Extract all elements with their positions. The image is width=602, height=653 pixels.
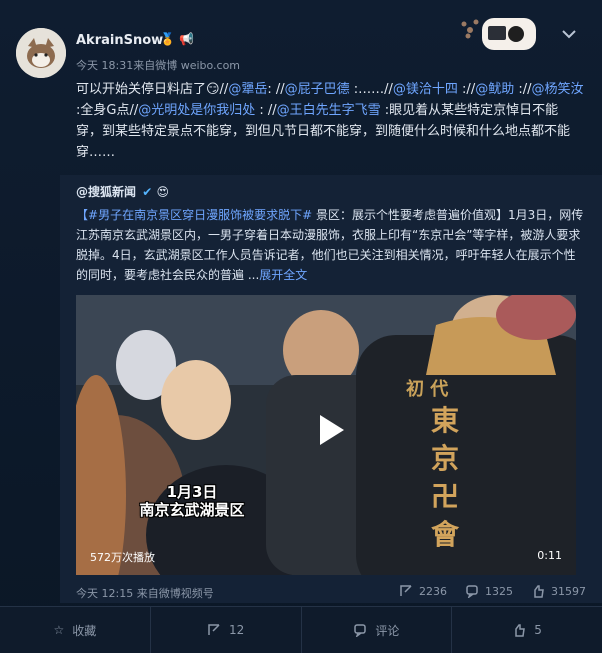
cat-decoration-icon [456, 10, 542, 54]
mention-link[interactable]: @屁子巴德 [285, 82, 350, 97]
comment-button[interactable]: 评论 [302, 607, 453, 653]
share-icon [400, 585, 412, 596]
author-name[interactable]: AkrainSnow [76, 33, 163, 48]
thumb-up-icon [534, 585, 544, 598]
favorite-button[interactable]: ☆ 收藏 [0, 607, 151, 653]
jacket-top-text: 初 代 [406, 379, 449, 400]
post-text-segment: :……// [349, 82, 393, 97]
comment-icon [466, 585, 478, 598]
mention-link[interactable]: @光明处是你我归处 [138, 103, 255, 118]
video-player[interactable]: 初 代 東 京 卍 會 1月3日 南京玄武湖景区 572万次播放 0:11 [76, 295, 576, 575]
video-duration: 0:11 [537, 549, 562, 562]
expand-link[interactable]: 展开全文 [259, 268, 307, 282]
repost-stats: 2236 1325 31597 [399, 584, 586, 598]
comment-count[interactable]: 1325 [465, 584, 513, 598]
crown-icon: 😍 [156, 185, 169, 199]
post-text: 可以开始关停日料店了😏//@犟岳: //@屁子巴德 :……//@镁洽十四 ://… [76, 79, 584, 163]
play-button[interactable] [304, 405, 354, 455]
author-badges: 🏅 📢 [160, 32, 194, 46]
verified-icon: ✔ [142, 185, 153, 199]
mention-link[interactable]: @鱿助 [475, 82, 514, 97]
post-text-segment: :全身G点// [76, 103, 139, 118]
mention-link[interactable]: @犟岳 [228, 82, 267, 97]
post-text-segment: 可以开始关停日料店了😏// [76, 82, 229, 97]
mention-link[interactable]: @王白先生字飞雪 [277, 103, 381, 118]
post-actions: ☆ 收藏 12 评论 5 [0, 606, 602, 653]
thumb-up-icon [515, 624, 526, 637]
megaphone-icon: 📢 [178, 32, 194, 46]
play-count: 572万次播放 [90, 551, 155, 564]
post-text-segment: :// [514, 82, 532, 97]
post-text-segment: : // [255, 103, 277, 118]
repost-card: @搜狐新闻 ✔ 😍 【#男子在南京景区穿日漫服饰被要求脱下# 景区：展示个性要考… [60, 175, 602, 603]
gold-badge-icon: 🏅 [160, 32, 175, 46]
mention-link[interactable]: @杨笑汝 [532, 82, 584, 97]
weibo-post-card: AkrainSnow 🏅 📢 今天 18:31来自微博 weibo.com 可以… [0, 0, 602, 653]
post-meta: 今天 18:31来自微博 weibo.com [76, 59, 241, 72]
video-caption: 1月3日 南京玄武湖景区 [139, 483, 245, 519]
repost-user[interactable]: @搜狐新闻 ✔ 😍 [76, 183, 169, 200]
like-button[interactable]: 5 [452, 607, 602, 653]
repost-text: 【#男子在南京景区穿日漫服饰被要求脱下# 景区：展示个性要考虑普遍价值观】1月3… [76, 208, 584, 282]
cat-avatar-icon [16, 28, 66, 78]
topic-link[interactable]: 【#男子在南京景区穿日漫服饰被要求脱下# [76, 208, 312, 222]
repost-button[interactable]: 12 [151, 607, 302, 653]
star-icon: ☆ [53, 623, 65, 637]
repost-count[interactable]: 2236 [399, 584, 447, 598]
post-text-segment: :// [457, 82, 476, 97]
avatar[interactable] [16, 28, 66, 78]
comment-icon [354, 624, 367, 637]
like-count[interactable]: 31597 [531, 584, 586, 598]
chevron-down-icon[interactable] [560, 26, 578, 40]
repost-meta: 今天 12:15 来自微博视频号 [76, 587, 214, 600]
mention-link[interactable]: @镁洽十四 [393, 82, 458, 97]
repost-icon [208, 624, 220, 635]
jacket-text: 東 京 卍 會 [431, 404, 460, 551]
post-text-segment: : // [267, 82, 285, 97]
